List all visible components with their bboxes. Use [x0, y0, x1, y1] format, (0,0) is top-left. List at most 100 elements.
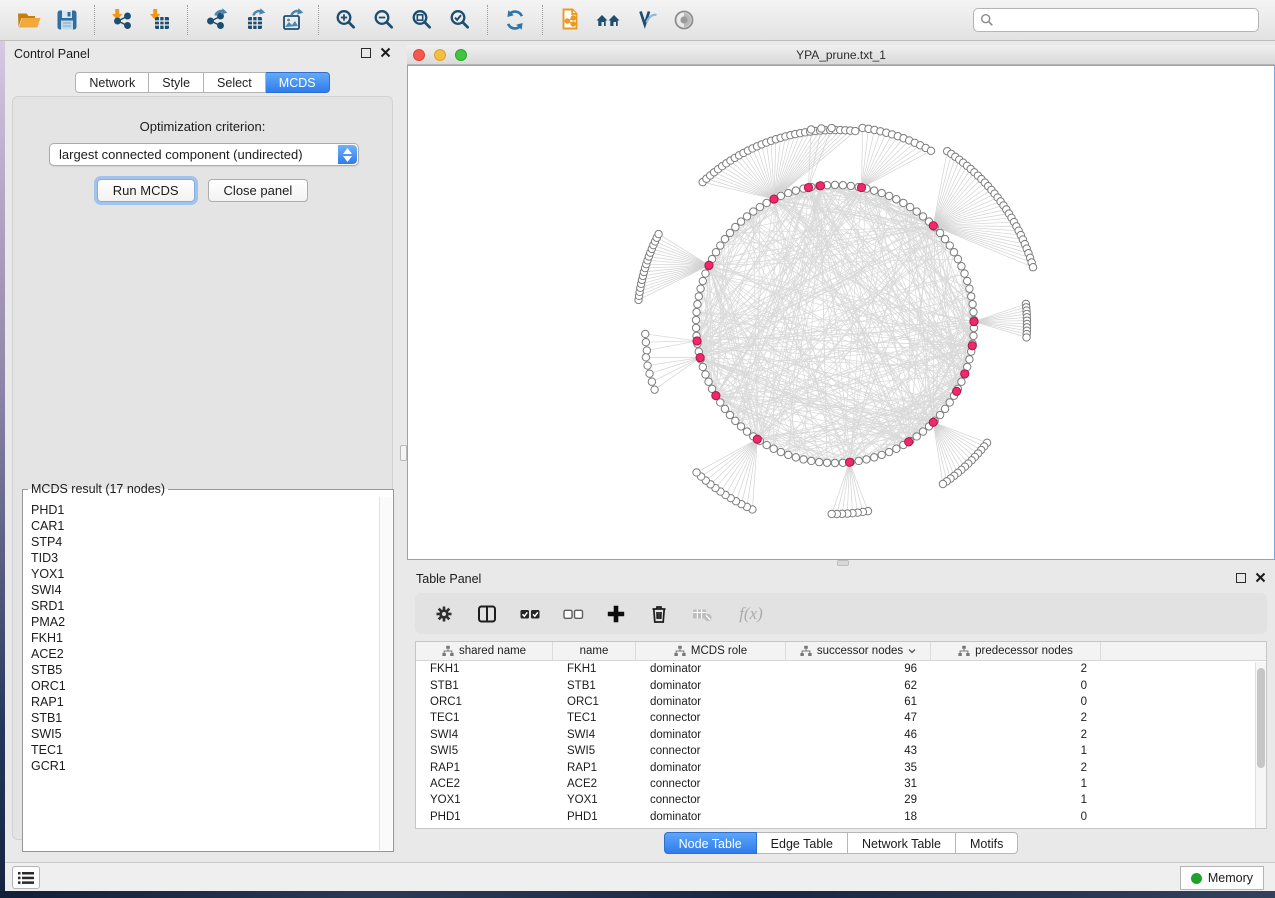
main-toolbar [0, 0, 1275, 41]
mcds-result-item[interactable]: ORC1 [31, 678, 379, 694]
zoom-selected-icon[interactable] [445, 5, 475, 35]
tab-mcds[interactable]: MCDS [266, 72, 330, 93]
show-hide-graphics-icon[interactable] [669, 5, 699, 35]
export-network-icon[interactable] [200, 5, 230, 35]
table-cell: 1 [931, 745, 1101, 757]
table-cell: dominator [636, 680, 786, 692]
float-table-panel-icon[interactable] [1236, 573, 1246, 583]
tab-select[interactable]: Select [204, 72, 266, 93]
table-scrollbar-thumb[interactable] [1257, 668, 1265, 768]
network-canvas[interactable] [407, 65, 1275, 560]
table-cell: FKH1 [553, 663, 636, 675]
optimization-criterion-select[interactable]: largest connected component (undirected) [49, 143, 359, 166]
table-row[interactable]: RAP1RAP1dominator352 [416, 759, 1266, 775]
column-header-name[interactable]: name [553, 642, 636, 660]
cyndex-browse-icon[interactable] [593, 5, 623, 35]
table-cell: TEC1 [416, 712, 553, 724]
table-cell: 47 [786, 712, 931, 724]
table-cell: SWI4 [553, 729, 636, 741]
mcds-result-item[interactable]: ACE2 [31, 646, 379, 662]
zoom-out-icon[interactable] [369, 5, 399, 35]
tab-style[interactable]: Style [149, 72, 204, 93]
float-panel-icon[interactable] [361, 48, 371, 58]
mcds-list-scrollbar[interactable] [379, 497, 392, 850]
mcds-result-item[interactable]: TEC1 [31, 742, 379, 758]
window-close-traffic-light[interactable] [413, 49, 425, 61]
column-header-predecessor-nodes[interactable]: predecessor nodes [931, 642, 1101, 660]
vizmapper-icon[interactable] [631, 5, 661, 35]
table-tab-edge-table[interactable]: Edge Table [757, 832, 848, 854]
mcds-result-item[interactable]: STB1 [31, 710, 379, 726]
import-table-icon[interactable] [145, 5, 175, 35]
table-cell: 2 [931, 663, 1101, 675]
table-scrollbar[interactable] [1255, 662, 1266, 828]
table-settings-icon[interactable] [433, 603, 455, 625]
table-row[interactable]: TEC1TEC1connector472 [416, 710, 1266, 726]
optimization-criterion-label: Optimization criterion: [13, 119, 392, 134]
mcds-result-item[interactable]: PMA2 [31, 614, 379, 630]
column-header-successor-nodes[interactable]: successor nodes [786, 642, 931, 660]
mcds-result-item[interactable]: RAP1 [31, 694, 379, 710]
table-cell: 18 [786, 811, 931, 823]
close-panel-icon[interactable] [380, 47, 391, 58]
window-minimize-traffic-light[interactable] [434, 49, 446, 61]
share-network-document-icon[interactable] [555, 5, 585, 35]
mcds-result-item[interactable]: CAR1 [31, 518, 379, 534]
zoom-in-icon[interactable] [331, 5, 361, 35]
toolbar-separator [94, 5, 95, 35]
save-session-icon[interactable] [52, 5, 82, 35]
vertical-splitter-handle[interactable] [400, 445, 407, 461]
table-tab-network-table[interactable]: Network Table [848, 832, 956, 854]
table-row[interactable]: FKH1FKH1dominator962 [416, 661, 1266, 677]
tab-network[interactable]: Network [75, 72, 149, 93]
close-panel-button[interactable]: Close panel [208, 179, 309, 202]
table-row[interactable]: PHD1PHD1dominator180 [416, 809, 1266, 825]
control-panel: Control Panel NetworkStyleSelectMCDS Opt… [5, 41, 400, 862]
table-cell: SWI5 [553, 745, 636, 757]
table-row[interactable]: SWI5SWI5connector431 [416, 743, 1266, 759]
table-row[interactable]: STB1STB1dominator620 [416, 677, 1266, 693]
open-session-icon[interactable] [14, 5, 44, 35]
deselect-all-rows-icon[interactable] [562, 603, 584, 625]
close-table-panel-icon[interactable] [1255, 572, 1266, 583]
table-tab-node-table[interactable]: Node Table [664, 832, 757, 854]
task-history-button[interactable] [12, 866, 40, 889]
import-network-icon[interactable] [107, 5, 137, 35]
mcds-result-item[interactable]: SRD1 [31, 598, 379, 614]
table-cell: PHD1 [553, 811, 636, 823]
table-cell: 1 [931, 794, 1101, 806]
run-mcds-button[interactable]: Run MCDS [97, 179, 195, 202]
mcds-result-item[interactable]: STP4 [31, 534, 379, 550]
delete-columns-icon[interactable] [648, 603, 670, 625]
mcds-result-item[interactable]: YOX1 [31, 566, 379, 582]
search-input[interactable] [973, 8, 1259, 32]
table-row[interactable]: SWI4SWI4dominator462 [416, 727, 1266, 743]
node-table-header: shared namenameMCDS rolesuccessor nodesp… [416, 642, 1266, 661]
zoom-fit-icon[interactable] [407, 5, 437, 35]
column-header-shared-name[interactable]: shared name [416, 642, 553, 660]
table-tab-motifs[interactable]: Motifs [956, 832, 1018, 854]
table-row[interactable]: ACE2ACE2connector311 [416, 776, 1266, 792]
column-header-mcds-role[interactable]: MCDS role [636, 642, 786, 660]
window-zoom-traffic-light[interactable] [455, 49, 467, 61]
mcds-result-item[interactable]: STB5 [31, 662, 379, 678]
memory-button[interactable]: Memory [1180, 866, 1264, 890]
create-column-icon[interactable] [605, 603, 627, 625]
criterion-selected-value: largest connected component (undirected) [59, 147, 303, 162]
mcds-result-item[interactable]: SWI5 [31, 726, 379, 742]
mcds-result-item[interactable]: PHD1 [31, 502, 379, 518]
mcds-result-item[interactable]: GCR1 [31, 758, 379, 774]
table-panel-titlebar: Table Panel [407, 566, 1275, 592]
export-table-icon[interactable] [238, 5, 268, 35]
table-panel: Table Panel f(x) shared namenameMCDS rol… [407, 566, 1275, 862]
mcds-result-item[interactable]: FKH1 [31, 630, 379, 646]
select-all-rows-icon[interactable] [519, 603, 541, 625]
table-row[interactable]: ORC1ORC1dominator610 [416, 694, 1266, 710]
table-row[interactable]: YOX1YOX1connector291 [416, 792, 1266, 808]
mcds-result-item[interactable]: SWI4 [31, 582, 379, 598]
vertical-splitter[interactable] [400, 41, 407, 862]
refresh-icon[interactable] [500, 5, 530, 35]
export-image-icon[interactable] [276, 5, 306, 35]
mcds-result-item[interactable]: TID3 [31, 550, 379, 566]
toggle-column-display-icon[interactable] [476, 603, 498, 625]
